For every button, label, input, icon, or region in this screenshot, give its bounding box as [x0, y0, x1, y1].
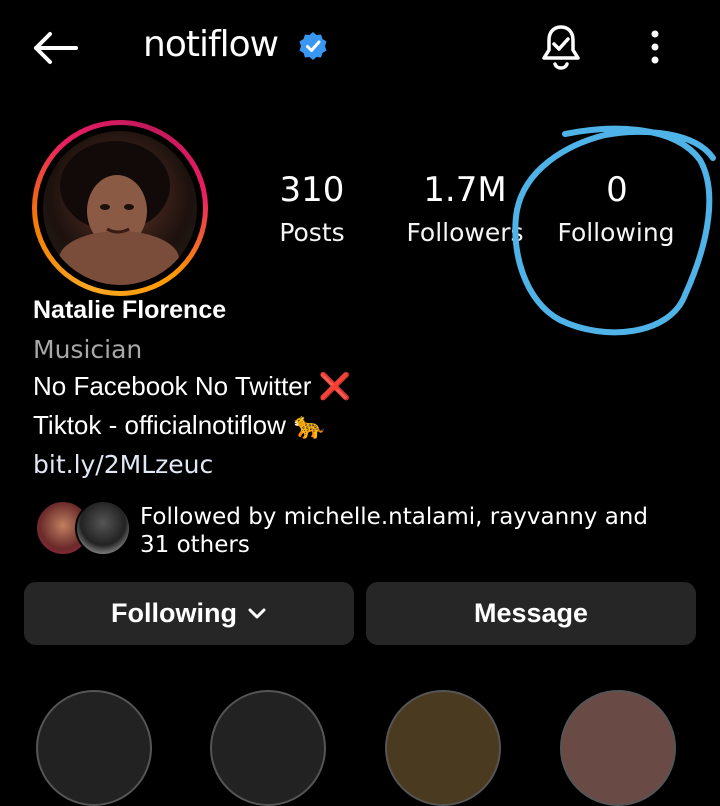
story-highlight-2[interactable] [210, 690, 326, 806]
follower-avatar-2[interactable] [75, 500, 131, 556]
message-button[interactable]: Message [366, 582, 696, 645]
bio-text-2: Tiktok - officialnotiflow [33, 410, 286, 440]
bio-line-2: Tiktok - officialnotiflow 🐆 [33, 410, 325, 441]
followed-by-prefix: Followed by [140, 504, 277, 530]
posts-label[interactable]: Posts [232, 218, 392, 247]
profile-category: Musician [33, 335, 143, 364]
profile-username: notiflow [143, 24, 279, 65]
profile-avatar[interactable] [32, 120, 208, 296]
annotation-circle [512, 125, 716, 336]
bell-check-icon[interactable] [540, 24, 582, 70]
profile-name: Natalie Florence [33, 296, 227, 324]
followed-by-user-1[interactable]: michelle.ntalami [284, 504, 475, 530]
following-button-label: Following [111, 598, 237, 628]
story-highlight-4[interactable] [560, 690, 676, 806]
followed-by-suffix: others [176, 532, 250, 558]
followed-by-count: 31 [140, 532, 170, 558]
chevron-down-icon [248, 608, 266, 618]
bio-line-1: No Facebook No Twitter ❌ [33, 371, 351, 402]
cross-mark-icon: ❌ [318, 371, 352, 401]
profile-link[interactable]: bit.ly/2MLzeuc [33, 450, 213, 479]
following-button[interactable]: Following [24, 582, 354, 645]
leopard-icon: 🐆 [293, 410, 326, 440]
followed-by-and: and [604, 504, 648, 530]
posts-count[interactable]: 310 [242, 170, 382, 210]
story-highlight-3[interactable] [385, 690, 501, 806]
verified-badge-icon [299, 32, 327, 60]
back-arrow-icon[interactable] [30, 28, 80, 68]
followed-by-separator: , [475, 504, 483, 530]
followed-by-text[interactable]: Followed by michelle.ntalami, rayvanny a… [140, 503, 660, 559]
more-vertical-icon[interactable] [645, 28, 665, 68]
followed-by-user-2[interactable]: rayvanny [490, 504, 598, 530]
avatar-photo [43, 131, 197, 285]
bio-text-1: No Facebook No Twitter [33, 371, 312, 401]
story-highlight-1[interactable] [36, 690, 152, 806]
